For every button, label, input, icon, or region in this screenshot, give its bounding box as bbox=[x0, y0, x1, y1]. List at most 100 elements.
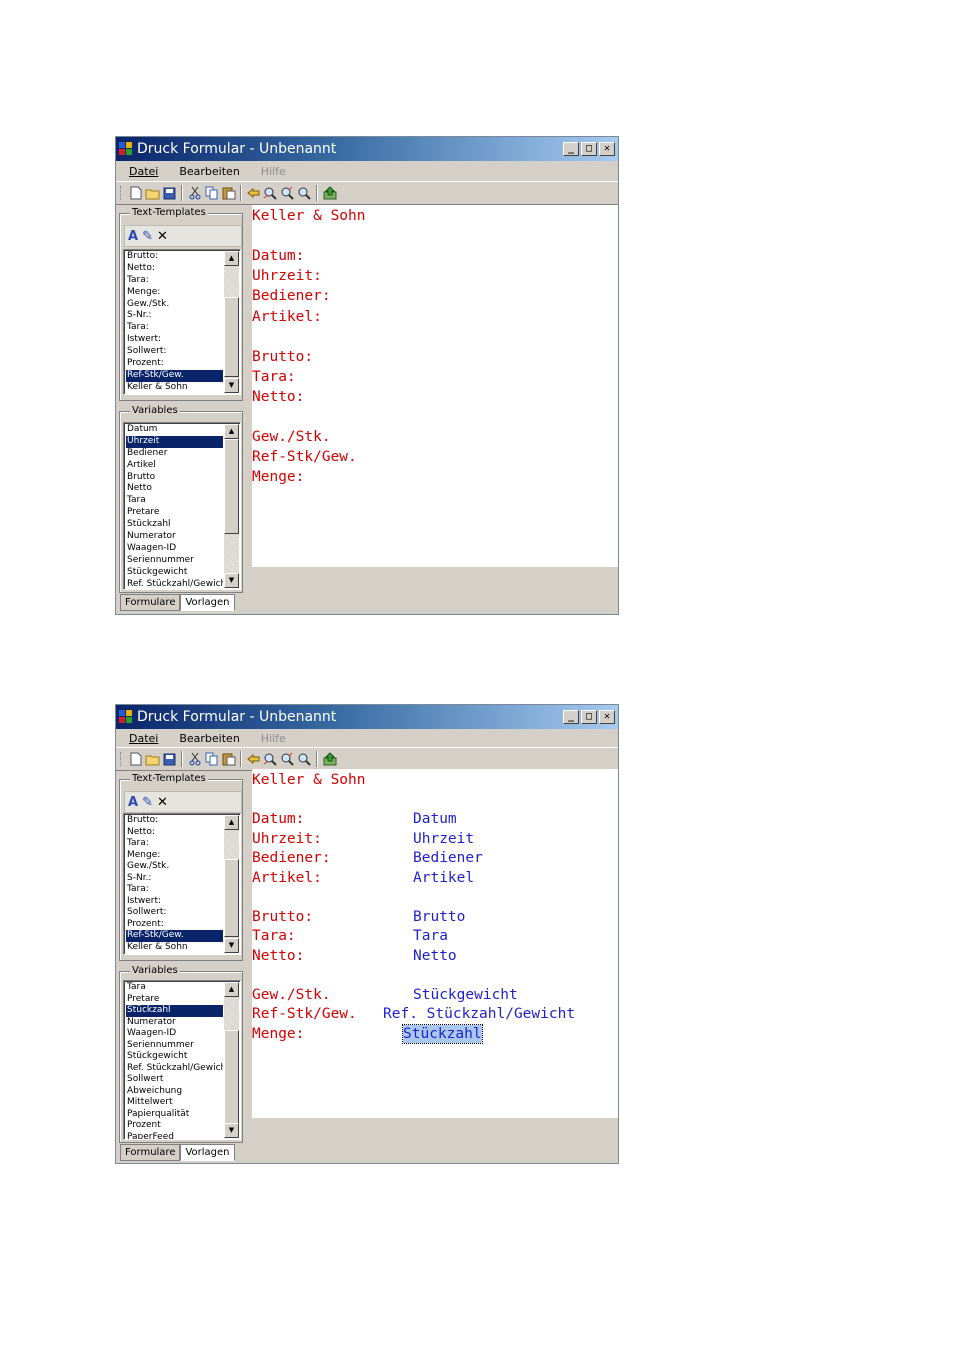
edit-template-icon[interactable]: ✎ bbox=[142, 229, 153, 244]
list-item[interactable]: Netto bbox=[126, 483, 223, 495]
editor-line[interactable]: Tara: bbox=[252, 368, 296, 386]
editor-line[interactable]: Datum: Datum bbox=[252, 810, 457, 828]
list-item[interactable]: Artikel bbox=[126, 460, 223, 472]
list-item[interactable]: Numerator bbox=[126, 531, 223, 543]
add-template-icon[interactable]: A bbox=[128, 795, 138, 810]
list-item[interactable]: Tara bbox=[126, 495, 223, 507]
list-item[interactable]: Brutto bbox=[126, 472, 223, 484]
list-item[interactable]: Tara: bbox=[126, 275, 223, 287]
export-icon[interactable] bbox=[321, 185, 338, 202]
minimize-button[interactable]: _ bbox=[563, 710, 579, 724]
list-item[interactable]: Sollwert: bbox=[126, 907, 223, 919]
editor-line[interactable]: Bediener: bbox=[252, 287, 331, 305]
tab-formulare[interactable]: Formulare bbox=[120, 1144, 181, 1161]
zoom-icon[interactable] bbox=[296, 751, 313, 768]
list-item[interactable]: Gew./Stk. bbox=[126, 861, 223, 873]
text-templates-list[interactable]: Brutto: Netto: Tara: Menge: Gew./Stk. S-Nr.: T… bbox=[123, 813, 241, 955]
list-item[interactable]: Datum bbox=[126, 424, 223, 436]
list-item[interactable]: Mittelwert bbox=[126, 1097, 223, 1109]
list-item[interactable]: Istwert: bbox=[126, 334, 223, 346]
save-icon[interactable] bbox=[161, 185, 178, 202]
editor-line[interactable]: Netto: Netto bbox=[252, 947, 457, 965]
list-item[interactable]: Netto: bbox=[126, 263, 223, 275]
list-item[interactable]: S-Nr.: bbox=[126, 873, 223, 885]
scroll-up-button[interactable]: ▲ bbox=[224, 815, 239, 830]
templates-scrollbar[interactable]: ▲ ▼ bbox=[224, 815, 239, 953]
zoom-icon[interactable] bbox=[296, 185, 313, 202]
list-item[interactable]: Bediener bbox=[126, 448, 223, 460]
tab-vorlagen[interactable]: Vorlagen bbox=[180, 1144, 235, 1161]
list-item[interactable]: Prozent: bbox=[126, 358, 223, 370]
list-item[interactable]: Stückzahl bbox=[126, 519, 223, 531]
editor-line[interactable]: Ref-Stk/Gew. Ref. Stückzahl/Gewicht bbox=[252, 1005, 575, 1023]
menu-bearbeiten[interactable]: Bearbeiten bbox=[179, 732, 239, 745]
list-item[interactable]: Tara: bbox=[126, 884, 223, 896]
form-editor[interactable]: Keller & Sohn Datum: Datum Uhrzeit: Uhrzeit B… bbox=[252, 769, 618, 1118]
list-item[interactable]: Sollwert: bbox=[126, 346, 223, 358]
title-bar[interactable]: Druck Formular - Unbenannt _ □ ✕ bbox=[116, 705, 618, 729]
menu-hilfe[interactable]: Hilfe bbox=[261, 165, 286, 178]
editor-line[interactable]: Brutto: bbox=[252, 348, 313, 366]
variable-placeholder[interactable]: Artikel bbox=[413, 869, 474, 887]
list-item[interactable]: Ref. Stückzahl/Gewicht bbox=[126, 1063, 223, 1075]
toolbar-grip[interactable] bbox=[120, 752, 124, 766]
variable-placeholder[interactable]: Brutto bbox=[413, 908, 465, 926]
zoom-in-icon[interactable] bbox=[279, 185, 296, 202]
list-item[interactable]: Pretare bbox=[126, 994, 223, 1006]
maximize-button[interactable]: □ bbox=[581, 710, 597, 724]
maximize-button[interactable]: □ bbox=[581, 142, 597, 156]
list-item[interactable]: S-Nr.: bbox=[126, 310, 223, 322]
list-item[interactable]: Prozent bbox=[126, 1120, 223, 1132]
scroll-up-button[interactable]: ▲ bbox=[224, 982, 239, 997]
list-item[interactable]: Brutto: bbox=[126, 815, 223, 827]
scroll-down-button[interactable]: ▼ bbox=[224, 938, 239, 953]
variable-placeholder[interactable]: Stückzahl bbox=[402, 1023, 483, 1044]
copy-icon[interactable] bbox=[203, 185, 220, 202]
delete-template-icon[interactable]: ✕ bbox=[157, 229, 168, 244]
list-item[interactable]: Brutto: bbox=[126, 251, 223, 263]
menu-bearbeiten[interactable]: Bearbeiten bbox=[179, 165, 239, 178]
list-item[interactable]: Uhrzeit bbox=[126, 435, 223, 448]
list-item[interactable]: Keller & Sohn bbox=[126, 942, 223, 954]
list-item[interactable]: Sollwert bbox=[126, 1074, 223, 1086]
export-icon[interactable] bbox=[321, 751, 338, 768]
editor-line[interactable]: Gew./Stk. bbox=[252, 428, 331, 446]
editor-line[interactable]: Artikel: bbox=[252, 308, 322, 326]
editor-line[interactable]: Netto: bbox=[252, 388, 304, 406]
list-item[interactable]: Tara: bbox=[126, 322, 223, 334]
list-item[interactable]: Ref-Stk/Gew. bbox=[126, 369, 223, 382]
variable-placeholder[interactable]: Tara bbox=[413, 927, 448, 945]
list-item[interactable]: Stückgewicht bbox=[126, 567, 223, 579]
zoom-in-icon[interactable] bbox=[279, 751, 296, 768]
open-folder-icon[interactable] bbox=[144, 185, 161, 202]
editor-line[interactable]: Keller & Sohn bbox=[252, 207, 366, 225]
editor-line[interactable]: Datum: bbox=[252, 247, 304, 265]
list-item[interactable]: Tara bbox=[126, 982, 223, 994]
editor-line[interactable]: Tara: Tara bbox=[252, 927, 448, 945]
list-item[interactable]: Waagen-ID bbox=[126, 543, 223, 555]
list-item[interactable]: Pretare bbox=[126, 507, 223, 519]
new-file-icon[interactable] bbox=[127, 185, 144, 202]
editor-line[interactable]: Gew./Stk. Stückgewicht bbox=[252, 986, 518, 1004]
scroll-up-button[interactable]: ▲ bbox=[224, 424, 239, 439]
editor-line[interactable]: Menge: Stückzahl bbox=[252, 1023, 483, 1044]
scroll-up-button[interactable]: ▲ bbox=[224, 251, 239, 266]
list-item[interactable]: Ref. Stückzahl/Gewicht bbox=[126, 579, 223, 589]
open-folder-icon[interactable] bbox=[144, 751, 161, 768]
variable-placeholder[interactable]: Ref. Stückzahl/Gewicht bbox=[383, 1005, 575, 1023]
menu-datei[interactable]: Datei bbox=[129, 732, 158, 745]
zoom-out-icon[interactable] bbox=[262, 751, 279, 768]
list-item[interactable]: Papierqualität bbox=[126, 1109, 223, 1121]
list-item[interactable]: Ref-Stk/Gew. bbox=[126, 930, 223, 942]
delete-template-icon[interactable]: ✕ bbox=[157, 795, 168, 810]
paste-icon[interactable] bbox=[220, 751, 237, 768]
variable-placeholder[interactable]: Bediener bbox=[413, 849, 483, 867]
variable-placeholder[interactable]: Uhrzeit bbox=[413, 830, 474, 848]
cut-icon[interactable] bbox=[186, 751, 203, 768]
editor-line[interactable]: Keller & Sohn bbox=[252, 771, 366, 789]
list-item[interactable]: Menge: bbox=[126, 287, 223, 299]
cut-icon[interactable] bbox=[186, 185, 203, 202]
left-bracket-icon[interactable] bbox=[245, 751, 262, 768]
variables-list[interactable]: Datum Uhrzeit Bediener Artikel Brutto Netto Ta… bbox=[123, 422, 241, 590]
variable-placeholder[interactable]: Stückgewicht bbox=[413, 986, 518, 1004]
